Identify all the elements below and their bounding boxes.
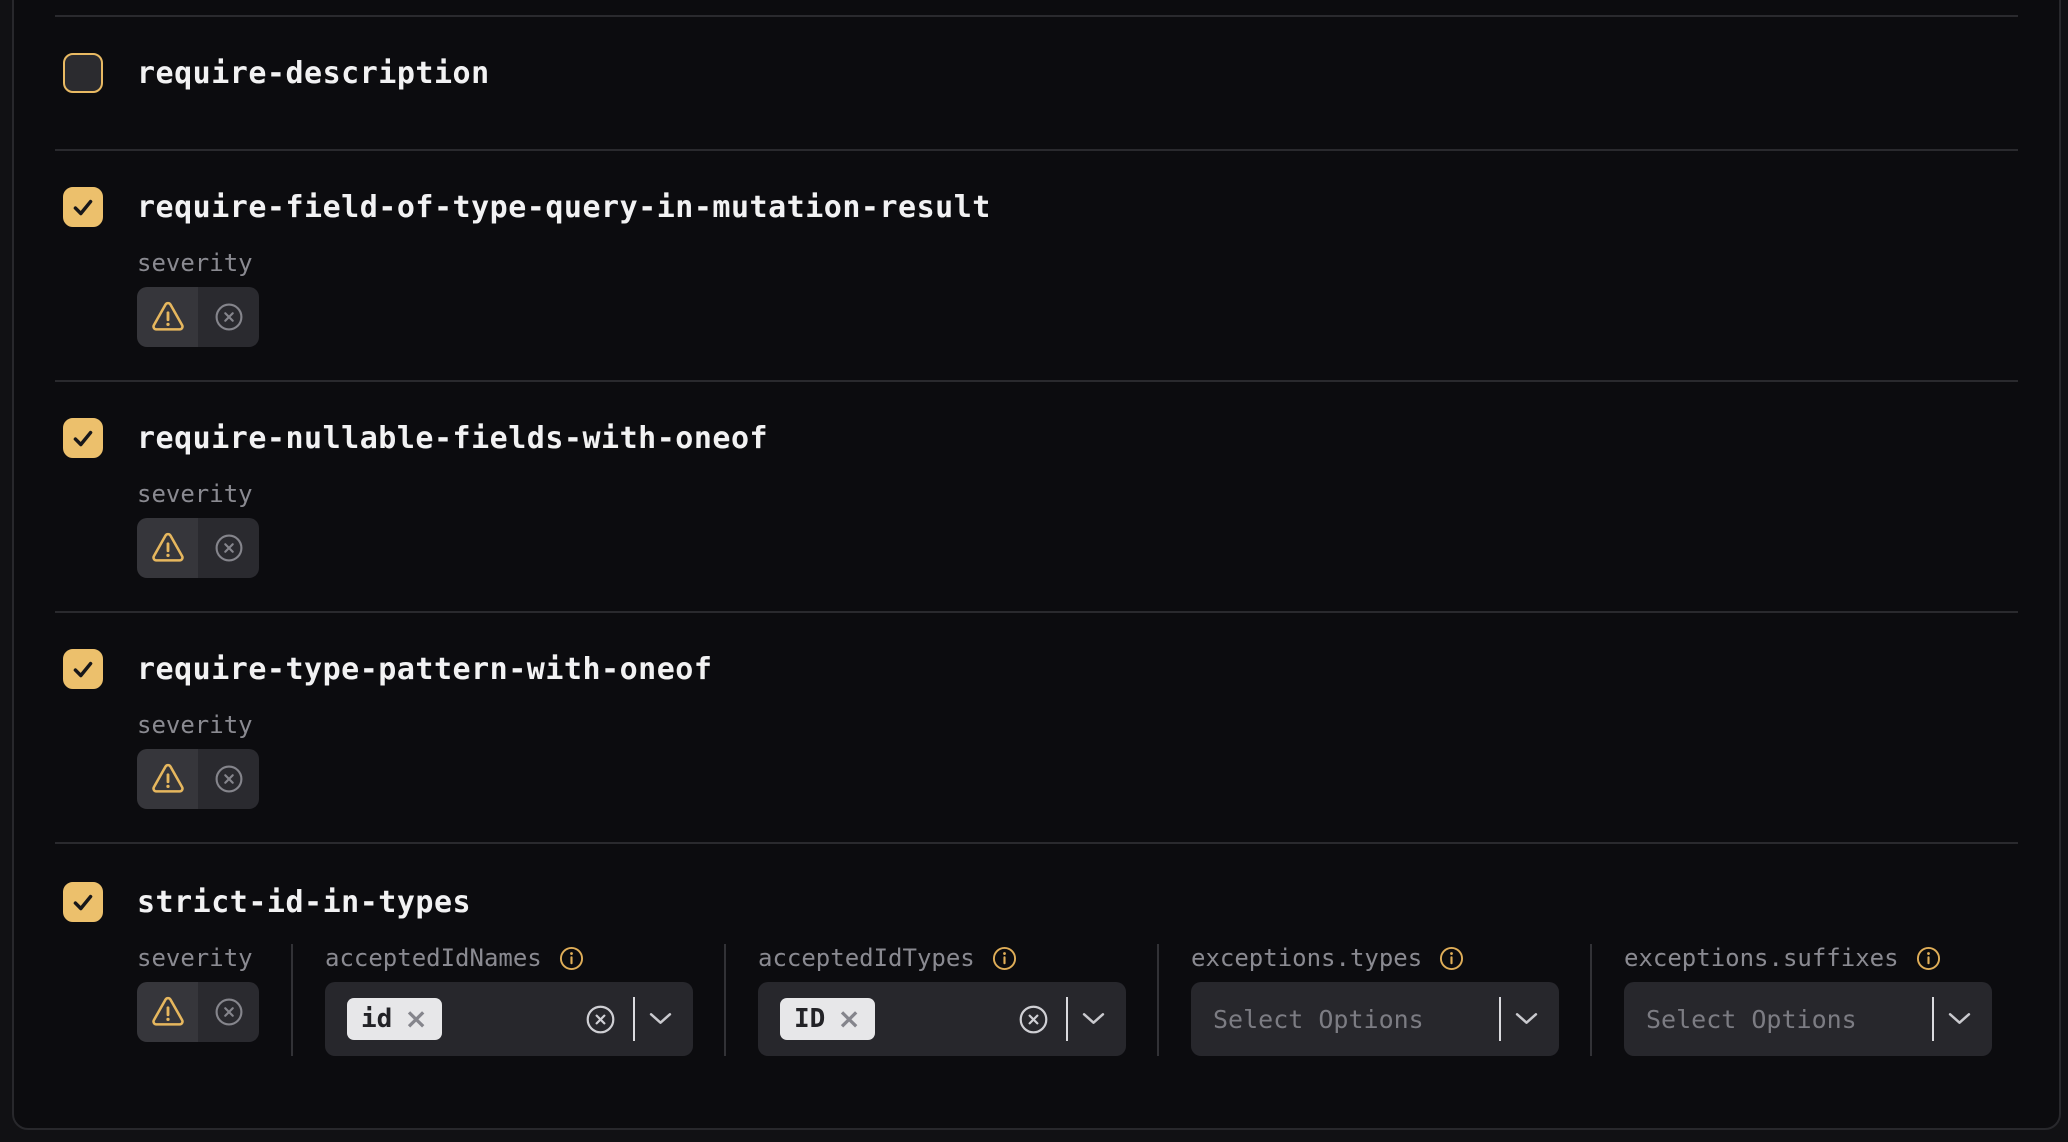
- severity-off-button[interactable]: [198, 287, 259, 347]
- selected-tag: id ×: [347, 998, 442, 1040]
- clear-icon: [1017, 1003, 1050, 1036]
- option-label: exceptions.types: [1191, 944, 1422, 972]
- checkmark-icon: [70, 656, 96, 682]
- chevron-down-icon: [1948, 1012, 1971, 1026]
- chevron-down-icon: [649, 1012, 672, 1026]
- rule-row: strict-id-in-types severity: [14, 844, 2059, 1056]
- select-placeholder: Select Options: [1213, 1005, 1483, 1034]
- separator: [633, 997, 635, 1041]
- remove-tag-button[interactable]: ×: [837, 1005, 860, 1033]
- info-icon[interactable]: [991, 945, 1018, 972]
- separator: [1932, 997, 1934, 1041]
- acceptedIdTypes-select[interactable]: ID ×: [758, 982, 1126, 1056]
- clear-icon: [584, 1003, 617, 1036]
- option-column-exceptions-suffixes: exceptions.suffixes Select Options: [1590, 944, 2023, 1056]
- severity-off-button[interactable]: [198, 518, 259, 578]
- severity-toggle: [137, 287, 259, 347]
- chevron-down-icon: [1082, 1012, 1105, 1026]
- rule-row: require-field-of-type-query-in-mutation-…: [14, 151, 2059, 380]
- warning-triangle-icon: [149, 994, 187, 1030]
- checkmark-icon: [70, 425, 96, 451]
- clear-selection-button[interactable]: [584, 1003, 617, 1036]
- checkmark-icon: [70, 194, 96, 220]
- info-icon[interactable]: [1915, 945, 1942, 972]
- exceptions-types-select[interactable]: Select Options: [1191, 982, 1559, 1056]
- option-column-severity: severity: [137, 944, 291, 1042]
- open-dropdown-button[interactable]: [649, 1012, 672, 1026]
- severity-warn-button[interactable]: [137, 982, 198, 1042]
- separator: [1499, 997, 1501, 1041]
- open-dropdown-button[interactable]: [1515, 1012, 1538, 1026]
- severity-label: severity: [137, 480, 2059, 508]
- warning-triangle-icon: [149, 299, 187, 335]
- warning-triangle-icon: [149, 530, 187, 566]
- info-icon[interactable]: [558, 945, 585, 972]
- severity-toggle: [137, 982, 259, 1042]
- circle-x-icon: [213, 532, 245, 564]
- rule-row: require-description: [14, 17, 2059, 149]
- option-column-acceptedIdNames: acceptedIdNames id ×: [291, 944, 724, 1056]
- severity-toggle: [137, 749, 259, 809]
- exceptions-suffixes-select[interactable]: Select Options: [1624, 982, 1992, 1056]
- separator: [1066, 997, 1068, 1041]
- circle-x-icon: [213, 301, 245, 333]
- checkmark-icon: [70, 889, 96, 915]
- option-label: acceptedIdNames: [325, 944, 542, 972]
- circle-x-icon: [213, 763, 245, 795]
- severity-off-button[interactable]: [198, 982, 259, 1042]
- acceptedIdNames-select[interactable]: id ×: [325, 982, 693, 1056]
- open-dropdown-button[interactable]: [1948, 1012, 1971, 1026]
- selected-tag: ID ×: [780, 998, 875, 1040]
- rule-name: strict-id-in-types: [137, 885, 471, 920]
- rule-name: require-nullable-fields-with-oneof: [137, 421, 768, 456]
- rule-name: require-description: [137, 56, 490, 91]
- open-dropdown-button[interactable]: [1082, 1012, 1105, 1026]
- circle-x-icon: [213, 996, 245, 1028]
- severity-toggle: [137, 518, 259, 578]
- rule-checkbox[interactable]: [63, 882, 103, 922]
- rule-name: require-type-pattern-with-oneof: [137, 652, 712, 687]
- rule-name: require-field-of-type-query-in-mutation-…: [137, 190, 991, 225]
- rule-checkbox[interactable]: [63, 187, 103, 227]
- clear-selection-button[interactable]: [1017, 1003, 1050, 1036]
- info-icon[interactable]: [1438, 945, 1465, 972]
- rule-checkbox[interactable]: [63, 418, 103, 458]
- rule-row: require-type-pattern-with-oneof severity: [14, 613, 2059, 842]
- option-label: exceptions.suffixes: [1624, 944, 1899, 972]
- chevron-down-icon: [1515, 1012, 1538, 1026]
- option-column-acceptedIdTypes: acceptedIdTypes ID ×: [724, 944, 1157, 1056]
- rule-row: require-nullable-fields-with-oneof sever…: [14, 382, 2059, 611]
- rules-config-screen: require-description require-field-of-typ…: [0, 0, 2068, 1142]
- option-column-exceptions-types: exceptions.types Select Options: [1157, 944, 1590, 1056]
- rules-panel: require-description require-field-of-typ…: [12, 0, 2061, 1130]
- severity-warn-button[interactable]: [137, 287, 198, 347]
- warning-triangle-icon: [149, 761, 187, 797]
- remove-tag-button[interactable]: ×: [404, 1005, 427, 1033]
- rule-checkbox[interactable]: [63, 53, 103, 93]
- severity-label: severity: [137, 944, 259, 972]
- severity-warn-button[interactable]: [137, 518, 198, 578]
- tag-label: id: [361, 1004, 392, 1034]
- select-placeholder: Select Options: [1646, 1005, 1916, 1034]
- rule-checkbox[interactable]: [63, 649, 103, 689]
- severity-warn-button[interactable]: [137, 749, 198, 809]
- tag-label: ID: [794, 1004, 825, 1034]
- option-label: acceptedIdTypes: [758, 944, 975, 972]
- severity-label: severity: [137, 249, 2059, 277]
- severity-label: severity: [137, 711, 2059, 739]
- severity-off-button[interactable]: [198, 749, 259, 809]
